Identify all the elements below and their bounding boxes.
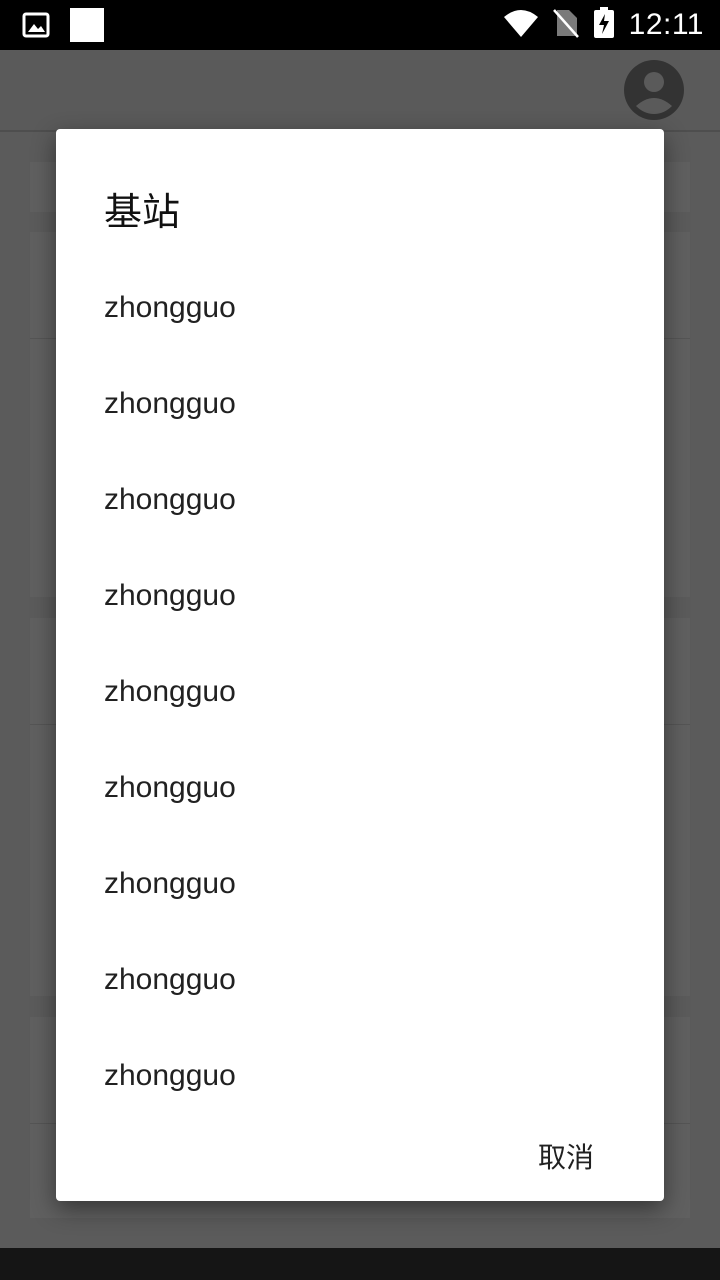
- list-item[interactable]: zhongguo: [56, 260, 664, 356]
- app-bar: [0, 50, 720, 132]
- list-item[interactable]: zhongguo: [56, 548, 664, 644]
- no-sim-icon: [552, 8, 579, 43]
- list-item[interactable]: zhongguo: [56, 1028, 664, 1124]
- selection-dialog: 基站 zhongguo zhongguo zhongguo zhongguo z…: [56, 129, 664, 1201]
- dialog-list: zhongguo zhongguo zhongguo zhongguo zhon…: [56, 260, 664, 1124]
- list-item[interactable]: zhongguo: [56, 836, 664, 932]
- white-square-icon: [70, 8, 104, 47]
- list-item[interactable]: zhongguo: [56, 644, 664, 740]
- status-time: 12:11: [628, 8, 704, 41]
- list-item[interactable]: zhongguo: [56, 932, 664, 1028]
- cancel-button[interactable]: 取消: [536, 1132, 596, 1180]
- account-circle-icon[interactable]: [624, 60, 684, 120]
- dialog-title: 基站: [104, 190, 181, 234]
- battery-charging-icon: [593, 6, 615, 44]
- list-item[interactable]: zhongguo: [56, 452, 664, 548]
- navigation-bar: [0, 1248, 720, 1280]
- status-bar: 12:11: [0, 0, 720, 50]
- list-item[interactable]: zhongguo: [56, 740, 664, 836]
- list-item[interactable]: zhongguo: [56, 356, 664, 452]
- wifi-icon: [503, 9, 539, 42]
- image-icon: [22, 12, 50, 43]
